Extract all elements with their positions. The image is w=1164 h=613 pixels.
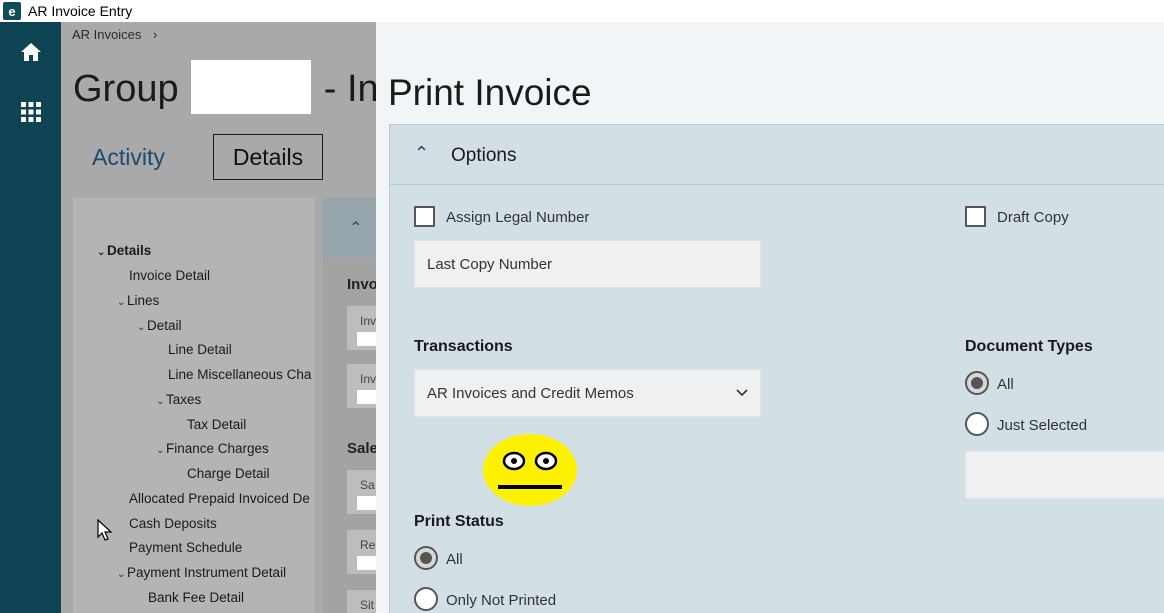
options-section-header[interactable]: ⌃ Options — [390, 125, 1164, 185]
section-invoice-label: Invo — [347, 276, 376, 293]
apps-grid-icon[interactable] — [19, 100, 43, 124]
invoice-field-1[interactable]: Inv — [347, 306, 376, 350]
detail-panel: ⌃ Invo Inv Inv Sale Sa Re Sit — [323, 198, 376, 613]
transactions-value: AR Invoices and Credit Memos — [427, 384, 634, 402]
chevron-down-icon: ⌄ — [117, 297, 126, 308]
tree-item-line-misc-charges[interactable]: Line Miscellaneous Cha — [168, 367, 311, 382]
draft-copy-label: Draft Copy — [997, 209, 1069, 226]
invoice-field-2[interactable]: Inv — [347, 364, 376, 408]
last-copy-number-placeholder: Last Copy Number — [427, 255, 553, 273]
tree-item-finance-charges[interactable]: ⌄ Finance Charges — [156, 441, 269, 456]
sales-field-2[interactable]: Re — [347, 530, 376, 574]
section-sales-label: Sale — [347, 440, 376, 457]
tree-item-invoice-detail[interactable]: Invoice Detail — [129, 268, 210, 283]
sales-field-1[interactable]: Sa — [347, 470, 376, 514]
chevron-up-icon: ⌃ — [349, 220, 363, 237]
tree-item-payment-schedule[interactable]: Payment Schedule — [129, 540, 242, 555]
options-section: ⌃ Options Assign Legal Number Draft Copy… — [389, 124, 1164, 613]
chevron-down-icon: ⌄ — [156, 445, 165, 456]
page-title-suffix: - Inv — [323, 68, 376, 111]
chevron-up-icon: ⌃ — [414, 143, 430, 163]
app-logo-icon: e — [3, 2, 21, 20]
detail-panel-header[interactable]: ⌃ — [323, 198, 376, 258]
neutral-face-icon — [483, 434, 577, 506]
redacted-block — [191, 60, 312, 114]
chevron-down-icon: ⌄ — [137, 322, 146, 333]
document-types-label: Document Types — [965, 338, 1093, 355]
tree-item-bank-fee-detail[interactable]: Bank Fee Detail — [148, 590, 244, 605]
document-types-all-radio[interactable] — [965, 371, 989, 395]
modal-title: Print Invoice — [388, 72, 592, 113]
document-types-all-label: All — [997, 376, 1014, 393]
home-icon[interactable] — [19, 40, 43, 64]
print-invoice-panel: Print Invoice ⌃ Options Assign Legal Num… — [376, 22, 1164, 613]
assign-legal-number-checkbox[interactable] — [414, 206, 435, 227]
breadcrumb: AR Invoices › — [72, 27, 157, 42]
page-title: Group - Inv — [73, 60, 376, 118]
tree-item-taxes[interactable]: ⌄ Taxes — [156, 392, 201, 407]
left-nav-rail — [0, 22, 61, 613]
options-section-title: Options — [451, 145, 517, 166]
window-title: AR Invoice Entry — [28, 3, 133, 19]
tree-item-charge-detail[interactable]: Charge Detail — [187, 466, 270, 481]
chevron-down-icon — [736, 389, 748, 397]
tree-item-payment-instrument-detail[interactable]: ⌄ Payment Instrument Detail — [117, 565, 286, 580]
print-status-not-printed-label: Only Not Printed — [446, 592, 557, 609]
tree-item-line-detail[interactable]: Line Detail — [168, 342, 232, 357]
print-status-all-label: All — [446, 551, 463, 568]
assign-legal-number-label: Assign Legal Number — [446, 209, 590, 226]
details-tree: ⌄ Details Invoice Detail ⌄ Lines ⌄ Detail L… — [73, 198, 315, 613]
mouse-cursor-icon — [97, 519, 113, 541]
breadcrumb-separator: › — [153, 27, 158, 42]
draft-copy-checkbox[interactable] — [965, 206, 986, 227]
document-types-just-selected-label: Just Selected — [997, 417, 1088, 434]
tree-item-details[interactable]: ⌄ Details — [97, 243, 151, 258]
breadcrumb-link[interactable]: AR Invoices — [72, 27, 141, 42]
tree-item-lines[interactable]: ⌄ Lines — [117, 293, 159, 308]
transactions-label: Transactions — [414, 338, 513, 355]
chevron-down-icon: ⌄ — [156, 396, 165, 407]
page-title-prefix: Group — [73, 68, 179, 111]
tree-item-cash-deposits[interactable]: Cash Deposits — [129, 516, 217, 531]
chevron-down-icon: ⌄ — [97, 247, 106, 258]
tab-details[interactable]: Details — [213, 134, 323, 180]
print-status-not-printed-radio[interactable] — [414, 587, 438, 611]
window-titlebar: e AR Invoice Entry — [0, 0, 1164, 22]
print-status-all-radio[interactable] — [414, 546, 438, 570]
print-status-label: Print Status — [414, 513, 504, 530]
tab-activity[interactable]: Activity — [92, 144, 165, 171]
tree-item-tax-detail[interactable]: Tax Detail — [187, 417, 246, 432]
chevron-down-icon: ⌄ — [117, 569, 126, 580]
document-types-just-selected-radio[interactable] — [965, 412, 989, 436]
last-copy-number-input[interactable]: Last Copy Number — [414, 240, 761, 288]
tree-item-detail[interactable]: ⌄ Detail — [137, 318, 182, 333]
transactions-select[interactable]: AR Invoices and Credit Memos — [414, 369, 761, 417]
tree-item-allocated-prepaid[interactable]: Allocated Prepaid Invoiced De — [129, 491, 310, 506]
document-types-selection-field[interactable] — [965, 451, 1164, 499]
sales-field-3[interactable]: Sit — [347, 590, 376, 613]
